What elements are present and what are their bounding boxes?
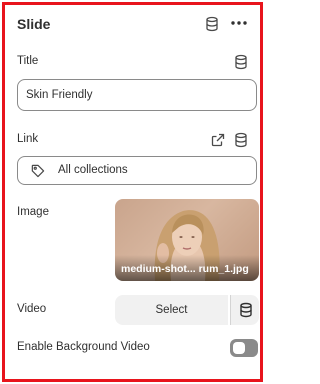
link-picker[interactable]: All collections bbox=[17, 156, 257, 185]
panel-header: Slide bbox=[17, 15, 248, 35]
video-label: Video bbox=[17, 303, 47, 315]
video-select-button[interactable]: Select bbox=[115, 295, 228, 325]
image-filename: medium-shot... rum_1.jpg bbox=[115, 255, 259, 281]
external-link-icon[interactable] bbox=[210, 132, 226, 148]
title-dynamic-source-icon[interactable] bbox=[233, 54, 249, 70]
more-options-icon[interactable] bbox=[230, 15, 248, 31]
toggle-knob bbox=[233, 342, 245, 354]
enable-background-video-label: Enable Background Video bbox=[17, 341, 150, 353]
image-label: Image bbox=[17, 206, 49, 218]
database-icon[interactable] bbox=[204, 16, 220, 32]
tag-icon bbox=[30, 163, 45, 178]
link-label: Link bbox=[17, 133, 39, 145]
panel-title: Slide bbox=[17, 16, 51, 32]
database-icon bbox=[240, 302, 252, 318]
video-dynamic-source-button[interactable] bbox=[230, 295, 259, 325]
video-picker: Select bbox=[115, 295, 259, 325]
enable-background-video-toggle[interactable] bbox=[230, 339, 258, 357]
title-input[interactable]: Skin Friendly bbox=[17, 79, 257, 111]
image-thumbnail[interactable]: medium-shot... rum_1.jpg bbox=[115, 199, 259, 281]
link-value: All collections bbox=[58, 164, 128, 176]
slide-settings-panel: Slide Title Skin Friendly Link All colle… bbox=[2, 2, 263, 382]
link-dynamic-source-icon[interactable] bbox=[233, 132, 249, 148]
title-label: Title bbox=[17, 55, 39, 67]
